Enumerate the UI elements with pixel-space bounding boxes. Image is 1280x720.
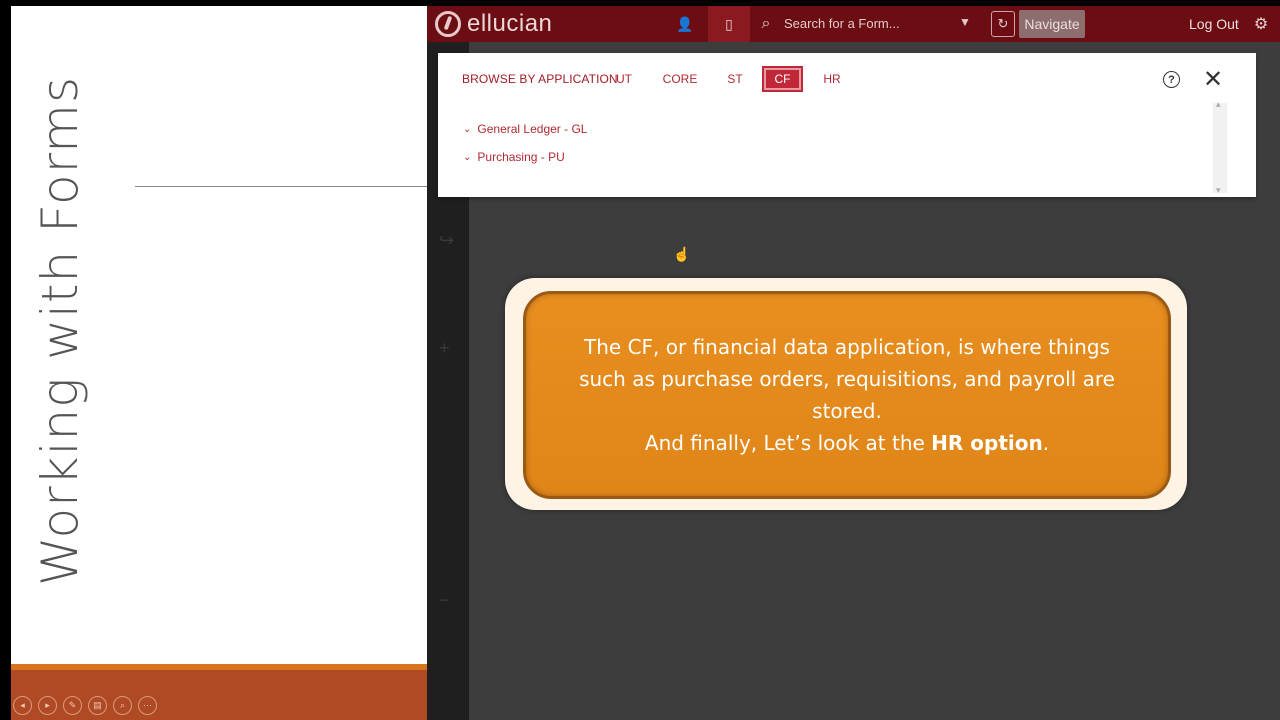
slide-controls: ◂ ▸ ✎ ▤ ⌕ ⋯ xyxy=(13,696,157,715)
zoom-icon[interactable]: ⌕ xyxy=(113,696,132,715)
tree-item-general-ledger[interactable]: ⌄ General Ledger - GL xyxy=(463,122,587,136)
brand-name: ellucian xyxy=(467,10,553,37)
minus-icon: − xyxy=(439,590,450,610)
tab-cf[interactable]: CF xyxy=(762,66,803,92)
next-slide-icon[interactable]: ▸ xyxy=(38,696,57,715)
tab-core[interactable]: CORE xyxy=(660,66,700,92)
help-icon[interactable]: ? xyxy=(1163,71,1180,88)
tree-item-label: Purchasing - PU xyxy=(477,150,565,164)
slide-divider xyxy=(135,186,427,187)
close-icon[interactable]: ✕ xyxy=(1203,65,1223,94)
tab-ut[interactable]: UT xyxy=(610,66,638,92)
callout-line-2-prefix: And finally, Let’s look at the xyxy=(644,431,932,455)
chevron-down-icon[interactable]: ▼ xyxy=(959,15,971,29)
browse-by-application-label: BROWSE BY APPLICATION xyxy=(462,72,618,86)
slides-icon[interactable]: ▤ xyxy=(88,696,107,715)
ellucian-logo-icon xyxy=(435,11,461,37)
tab-hr[interactable]: HR xyxy=(820,66,844,92)
more-options-icon[interactable]: ⋯ xyxy=(138,696,157,715)
forward-icon: ↪ xyxy=(439,230,455,250)
logout-link[interactable]: Log Out xyxy=(1189,16,1239,32)
navigate-button[interactable]: Navigate xyxy=(1019,10,1085,38)
chevron-down-icon: ⌄ xyxy=(463,151,472,163)
callout-box: The CF, or financial data application, i… xyxy=(523,291,1171,499)
plus-icon: + xyxy=(439,338,450,358)
user-icon[interactable]: 👤 xyxy=(670,6,700,42)
document-icon[interactable]: ▯ xyxy=(708,6,750,42)
history-icon[interactable]: ↻ xyxy=(991,11,1015,37)
dialog-scrollbar[interactable] xyxy=(1213,99,1227,196)
callout-text: The CF, or financial data application, i… xyxy=(562,331,1132,459)
callout-line-2-suffix: . xyxy=(1042,431,1050,455)
callout-line-1: The CF, or financial data application, i… xyxy=(579,335,1115,423)
pen-icon[interactable]: ✎ xyxy=(63,696,82,715)
tree-item-purchasing[interactable]: ⌄ Purchasing - PU xyxy=(463,150,565,164)
tutorial-callout: The CF, or financial data application, i… xyxy=(505,278,1187,510)
search-input[interactable]: Search for a Form... xyxy=(784,16,900,31)
hand-cursor-icon: ☝ xyxy=(673,246,691,262)
tree-item-label: General Ledger - GL xyxy=(477,122,588,136)
previous-slide-icon[interactable]: ◂ xyxy=(13,696,32,715)
screen: Working with Forms ◂ ▸ ✎ ▤ ⌕ ⋯ ellucian … xyxy=(0,0,1280,720)
ellucian-app: ellucian 👤 ▯ ⌕ Search for a Form... ▼ ↻ … xyxy=(427,6,1280,720)
slide-title: Working with Forms xyxy=(31,75,89,586)
tab-st[interactable]: ST xyxy=(724,66,746,92)
callout-line-2-bold: HR option xyxy=(931,431,1043,455)
search-icon[interactable]: ⌕ xyxy=(755,6,777,42)
chevron-down-icon: ⌄ xyxy=(463,123,472,135)
browse-dialog: BROWSE BY APPLICATION UT CORE ST CF HR ?… xyxy=(438,53,1256,197)
presentation-slide: Working with Forms ◂ ▸ ✎ ▤ ⌕ ⋯ xyxy=(11,6,427,720)
gear-icon[interactable]: ⚙ xyxy=(1249,6,1273,42)
ellucian-logo[interactable]: ellucian xyxy=(435,10,552,38)
top-bar: ellucian 👤 ▯ ⌕ Search for a Form... ▼ ↻ … xyxy=(427,6,1280,42)
